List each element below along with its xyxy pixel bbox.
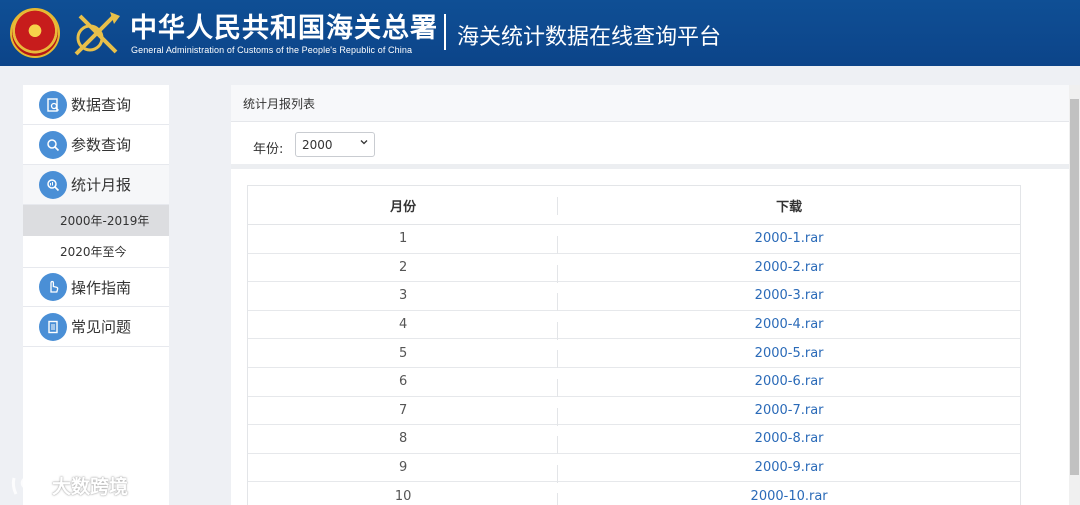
sidebar-subitem-2000-2019[interactable]: 2000年-2019年 bbox=[23, 205, 169, 236]
month-cell: 5 bbox=[248, 339, 559, 368]
org-title: 中华人民共和国海关总署 bbox=[130, 13, 438, 44]
download-link[interactable]: 2000-6.rar bbox=[755, 374, 824, 389]
table-row: 6 2000-6.rar bbox=[248, 368, 1020, 397]
table-row: 4 2000-4.rar bbox=[248, 311, 1020, 340]
table-header: 月份 下载 bbox=[248, 186, 1020, 225]
download-cell: 2000-2.rar bbox=[558, 254, 1020, 282]
scrollbar-thumb[interactable] bbox=[1070, 99, 1079, 475]
download-link[interactable]: 2000-5.rar bbox=[755, 346, 824, 361]
month-cell: 7 bbox=[248, 397, 559, 426]
hand-pointer-icon bbox=[39, 273, 67, 301]
year-select-value: 2000 bbox=[302, 137, 333, 152]
header-divider bbox=[444, 14, 446, 50]
download-cell: 2000-10.rar bbox=[558, 482, 1020, 505]
data-query-icon bbox=[39, 90, 67, 119]
download-link[interactable]: 2000-7.rar bbox=[755, 403, 824, 418]
platform-title: 海关统计数据在线查询平台 bbox=[457, 25, 722, 50]
table-row: 5 2000-5.rar bbox=[248, 339, 1020, 368]
watermark: 大数跨境 bbox=[10, 472, 128, 499]
year-select[interactable]: 2000 bbox=[295, 132, 375, 157]
site-header: 中华人民共和国海关总署 General Administration of Cu… bbox=[0, 0, 1080, 66]
monthly-report-table: 月份 下载 1 2000-1.rar 2 2000-2.rar 3 2000-3.rar 4… bbox=[247, 185, 1021, 505]
table-row: 2 2000-2.rar bbox=[248, 254, 1020, 283]
watermark-logo-icon bbox=[11, 476, 46, 495]
sidebar-item-monthly-report[interactable]: 统计月报 bbox=[23, 165, 169, 205]
filter-bar: 年份: 2000 bbox=[231, 122, 1069, 164]
download-cell: 2000-3.rar bbox=[558, 282, 1020, 310]
download-cell: 2000-1.rar bbox=[558, 225, 1020, 253]
download-cell: 2000-6.rar bbox=[558, 368, 1020, 396]
monthly-report-icon bbox=[39, 170, 67, 199]
download-cell: 2000-7.rar bbox=[558, 397, 1020, 425]
sidebar-item-label: 参数查询 bbox=[71, 136, 132, 154]
sidebar-item-guide[interactable]: 操作指南 bbox=[23, 267, 169, 307]
month-cell: 1 bbox=[248, 225, 559, 254]
faq-document-icon bbox=[39, 312, 67, 341]
sidebar-item-faq[interactable]: 常见问题 bbox=[23, 307, 169, 347]
sidebar-subitem-2020-present[interactable]: 2020年至今 bbox=[23, 236, 169, 267]
sidebar-item-label: 统计月报 bbox=[71, 176, 132, 194]
year-filter-label: 年份: bbox=[253, 142, 284, 157]
download-link[interactable]: 2000-10.rar bbox=[751, 489, 828, 504]
watermark-text: 大数跨境 bbox=[52, 476, 129, 498]
month-cell: 4 bbox=[248, 311, 559, 340]
parameter-query-icon bbox=[39, 130, 67, 159]
sidebar-item-parameter-query[interactable]: 参数查询 bbox=[23, 125, 169, 165]
download-link[interactable]: 2000-9.rar bbox=[755, 460, 824, 475]
month-cell: 9 bbox=[248, 454, 559, 483]
table-row: 8 2000-8.rar bbox=[248, 425, 1020, 454]
month-cell: 2 bbox=[248, 254, 559, 283]
sidebar-item-data-query[interactable]: 数据查询 bbox=[23, 85, 169, 125]
panel-title: 统计月报列表 bbox=[231, 85, 1069, 122]
download-cell: 2000-5.rar bbox=[558, 339, 1020, 367]
download-link[interactable]: 2000-4.rar bbox=[755, 317, 824, 332]
divider bbox=[231, 164, 1069, 169]
month-cell: 3 bbox=[248, 282, 559, 311]
table-row: 7 2000-7.rar bbox=[248, 397, 1020, 426]
sidebar-item-label: 数据查询 bbox=[71, 96, 132, 114]
customs-logo-icon bbox=[74, 12, 120, 56]
table-row: 3 2000-3.rar bbox=[248, 282, 1020, 311]
table-row: 1 2000-1.rar bbox=[248, 225, 1020, 254]
national-emblem-icon bbox=[10, 8, 60, 58]
download-cell: 2000-4.rar bbox=[558, 311, 1020, 339]
main-panel: 统计月报列表 年份: 2000 月份 下载 1 2000-1.rar 2 2000-2… bbox=[231, 85, 1069, 505]
sidebar-item-label: 常见问题 bbox=[71, 318, 132, 336]
table-body: 1 2000-1.rar 2 2000-2.rar 3 2000-3.rar 4 2000-4… bbox=[248, 225, 1020, 505]
month-cell: 8 bbox=[248, 425, 559, 454]
sidebar-item-label: 操作指南 bbox=[71, 278, 132, 297]
month-cell: 10 bbox=[248, 482, 559, 505]
download-link[interactable]: 2000-8.rar bbox=[755, 431, 824, 446]
column-header-download: 下载 bbox=[776, 199, 803, 215]
download-link[interactable]: 2000-3.rar bbox=[755, 288, 824, 303]
table-row: 10 2000-10.rar bbox=[248, 482, 1020, 505]
org-subtitle: General Administration of Customs of the… bbox=[131, 45, 413, 55]
download-cell: 2000-8.rar bbox=[558, 425, 1020, 453]
table-row: 9 2000-9.rar bbox=[248, 454, 1020, 483]
download-link[interactable]: 2000-2.rar bbox=[755, 260, 824, 275]
sidebar: 数据查询 参数查询 统计月报 2000年-2019年 2020年至今 操作指南 … bbox=[23, 85, 169, 505]
download-link[interactable]: 2000-1.rar bbox=[755, 231, 824, 246]
month-cell: 6 bbox=[248, 368, 559, 397]
column-header-month: 月份 bbox=[248, 186, 559, 224]
download-cell: 2000-9.rar bbox=[558, 454, 1020, 482]
chevron-down-icon bbox=[360, 140, 368, 145]
